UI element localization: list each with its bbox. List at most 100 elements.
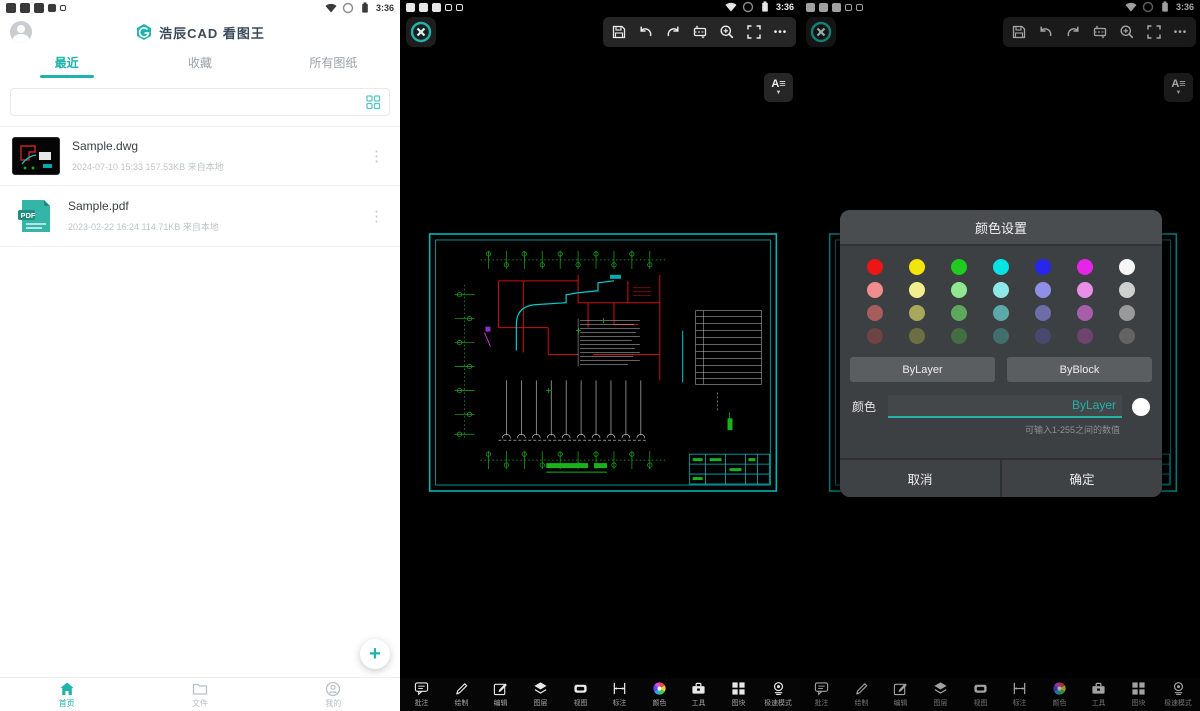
tool-fast-mode[interactable]: 极速模式 (758, 678, 798, 711)
tool-tools[interactable]: 工具 (679, 678, 719, 711)
mute-icon (342, 2, 354, 14)
nav-me[interactable]: 我的 (267, 678, 400, 711)
close-drawing-button[interactable] (406, 17, 436, 47)
left-panel: 3:36 浩辰CAD 看图王 最近 收藏 所有图纸 Sample.dwg 202… (0, 0, 400, 711)
color-swatch[interactable] (909, 259, 925, 275)
tab-recent[interactable]: 最近 (0, 54, 133, 71)
tab-favorites[interactable]: 收藏 (133, 54, 266, 71)
color-field-label: 颜色 (852, 398, 876, 415)
color-swatch[interactable] (951, 259, 967, 275)
home-icon (59, 681, 75, 697)
bylayer-button[interactable]: ByLayer (850, 357, 995, 382)
color-swatch[interactable] (867, 282, 883, 298)
battery-icon (758, 0, 772, 14)
tab-all-drawings[interactable]: 所有图纸 (267, 54, 400, 71)
tool-annotate[interactable]: 批注 (402, 678, 442, 711)
tool-view[interactable]: 视图 (560, 678, 600, 711)
tool-color[interactable]: 颜色 (640, 678, 680, 711)
color-swatch[interactable] (867, 259, 883, 275)
color-swatch[interactable] (951, 305, 967, 321)
zoom-button[interactable] (713, 17, 740, 47)
color-swatch[interactable] (867, 305, 883, 321)
color-swatch[interactable] (1119, 282, 1135, 298)
color-swatch[interactable] (909, 282, 925, 298)
add-file-button[interactable]: + (360, 639, 390, 669)
fit-screen-button[interactable] (740, 17, 767, 47)
color-swatch[interactable] (993, 328, 1009, 344)
tool-label: 图层 (534, 697, 548, 707)
color-swatch[interactable] (1035, 305, 1051, 321)
notification-icon (419, 3, 428, 12)
person-icon (325, 681, 341, 697)
text-style-button[interactable]: A≡ ▼ (764, 73, 793, 102)
layers-icon (533, 681, 548, 696)
color-swatch[interactable] (993, 259, 1009, 275)
tool-label: 视图 (573, 697, 587, 707)
color-swatch[interactable] (1035, 328, 1051, 344)
color-swatch[interactable] (909, 305, 925, 321)
pdf-file-icon (12, 196, 56, 236)
cad-drawing (428, 233, 778, 492)
tool-blocks[interactable]: 图块 (719, 678, 759, 711)
color-swatch[interactable] (1077, 282, 1093, 298)
tool-dimension[interactable]: 标注 (600, 678, 640, 711)
color-settings-dialog: 颜色设置 (840, 210, 1162, 497)
color-swatch[interactable] (993, 282, 1009, 298)
fit-screen-icon (746, 24, 762, 40)
search-box[interactable] (10, 88, 390, 116)
color-input[interactable]: ByLayer (888, 395, 1122, 418)
color-swatch[interactable] (867, 328, 883, 344)
color-swatch[interactable] (1119, 259, 1135, 275)
color-swatch[interactable] (909, 328, 925, 344)
color-wheel-icon (652, 681, 667, 696)
viewer-bottom-toolbar: 批注 绘制 编辑 图层 视图 标注 颜色 工具 图块 极速模式 (400, 678, 800, 711)
nav-label: 文件 (192, 698, 208, 709)
pencil-icon (454, 681, 469, 696)
cad-canvas[interactable] (428, 233, 778, 492)
cancel-button[interactable]: 取消 (840, 460, 1000, 497)
fast-mode-icon (771, 681, 786, 696)
tool-draw[interactable]: 绘制 (442, 678, 482, 711)
tool-label: 极速模式 (764, 697, 792, 707)
color-swatch[interactable] (1119, 305, 1135, 321)
app-header: 浩辰CAD 看图王 (0, 16, 400, 48)
text-style-icon: A≡ (771, 79, 785, 90)
color-swatch[interactable] (993, 305, 1009, 321)
undo-icon (638, 24, 654, 40)
more-button[interactable]: ••• (767, 17, 794, 47)
color-swatch[interactable] (1077, 328, 1093, 344)
color-swatch[interactable] (1119, 328, 1135, 344)
avatar[interactable] (10, 21, 32, 43)
undo-button[interactable] (632, 17, 659, 47)
confirm-button[interactable]: 确定 (1002, 460, 1162, 497)
nav-home[interactable]: 首页 (0, 678, 133, 711)
tool-layers[interactable]: 图层 (521, 678, 561, 711)
current-color-swatch[interactable] (1132, 398, 1150, 416)
color-swatch[interactable] (1077, 259, 1093, 275)
color-swatch[interactable] (1077, 305, 1093, 321)
notification-icon (34, 3, 44, 13)
byblock-button[interactable]: ByBlock (1007, 357, 1152, 382)
tool-label: 工具 (692, 697, 706, 707)
tool-label: 批注 (415, 697, 429, 707)
notification-icon (432, 3, 441, 12)
color-swatch[interactable] (1035, 282, 1051, 298)
nav-files[interactable]: 文件 (133, 678, 266, 711)
color-swatch[interactable] (951, 328, 967, 344)
tool-edit[interactable]: 编辑 (481, 678, 521, 711)
grid-view-icon[interactable] (366, 95, 381, 110)
layout-switch-button[interactable] (686, 17, 713, 47)
file-row-dwg[interactable]: Sample.dwg 2024-07-10 15:33 157.53KB 来自本… (0, 127, 400, 185)
viewer-panel: 3:36 ••• A≡ ▼ 批注 绘制 编辑 图层 视图 (400, 0, 800, 711)
file-menu-icon[interactable]: ⋮ (365, 207, 388, 226)
dimension-icon (612, 681, 627, 696)
file-row-pdf[interactable]: Sample.pdf 2023-02-22 16:24 114.71KB 来自本… (0, 186, 400, 246)
redo-button[interactable] (659, 17, 686, 47)
file-menu-icon[interactable]: ⋮ (365, 147, 388, 166)
save-button[interactable] (605, 17, 632, 47)
dialog-title: 颜色设置 (840, 210, 1162, 246)
color-swatch[interactable] (951, 282, 967, 298)
color-swatch[interactable] (1035, 259, 1051, 275)
folder-icon (192, 681, 208, 697)
nav-label: 首页 (59, 698, 75, 709)
